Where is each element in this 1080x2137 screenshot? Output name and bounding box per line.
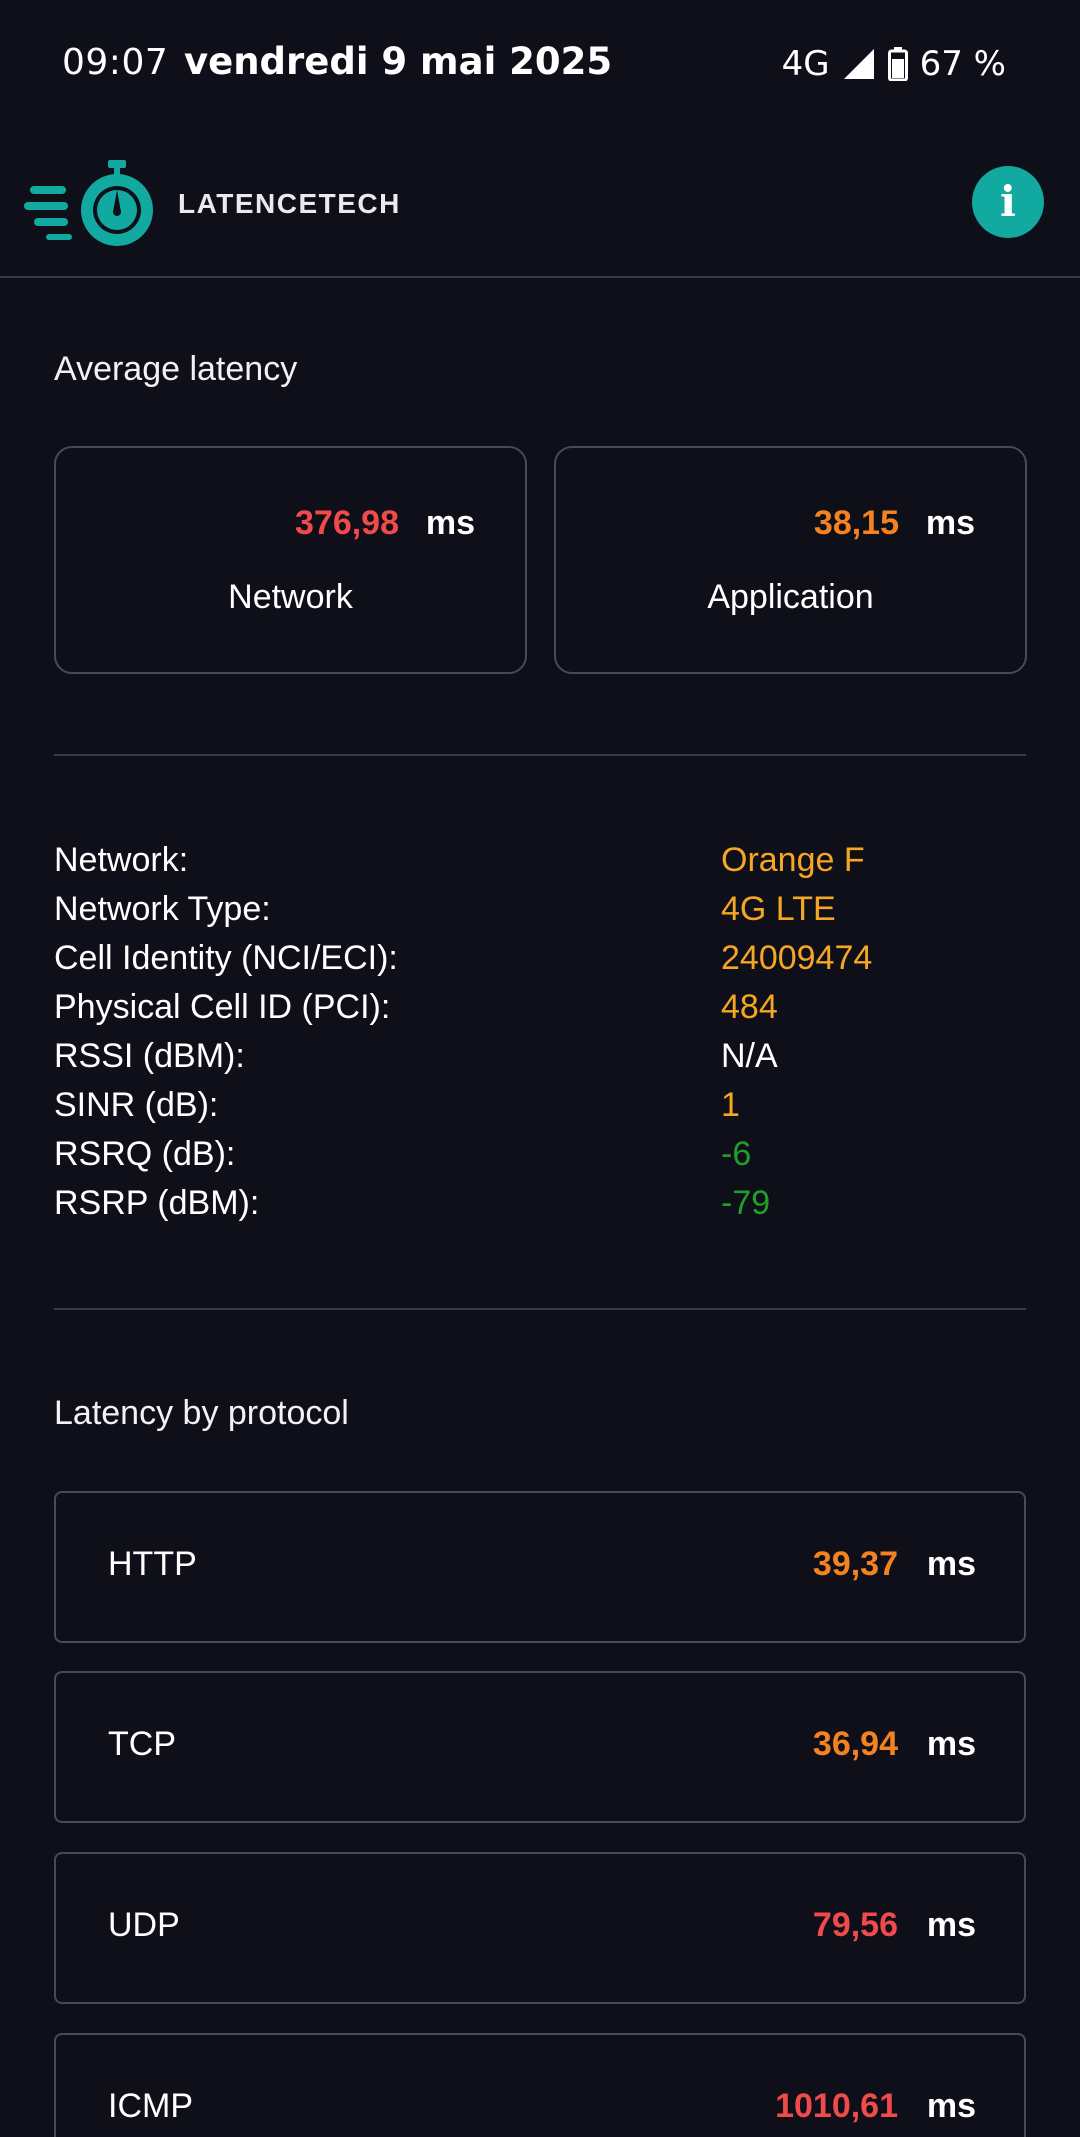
protocol-latency-value: 79,56 (812, 1906, 898, 1944)
info-icon: i (1000, 177, 1016, 226)
info-button[interactable]: i (972, 166, 1044, 238)
info-label: RSRP (dBM): (54, 1184, 260, 1222)
status-indicators: 4G 67 % (782, 42, 1006, 86)
info-label: Cell Identity (NCI/ECI): (54, 939, 398, 977)
application-latency-label: Application (707, 578, 874, 616)
info-label: Network: (54, 841, 189, 879)
protocol-card-tcp[interactable]: TCP 36,94 ms (54, 1671, 1026, 1823)
network-latency-value: 376,98 (295, 504, 399, 542)
protocol-name: TCP (108, 1725, 176, 1763)
info-label: SINR (dB): (54, 1086, 219, 1124)
info-value: 484 (721, 988, 778, 1026)
application-latency-value: 38,15 (813, 504, 899, 542)
info-value: 1 (721, 1086, 740, 1124)
stopwatch-logo-icon (24, 160, 153, 246)
app-screen: 09:07 vendredi 9 mai 2025 4G 67 % LATENC… (0, 0, 1080, 2137)
protocol-latency-unit: ms (926, 2087, 976, 2125)
protocol-card-udp[interactable]: UDP 79,56 ms (54, 1852, 1026, 2004)
protocol-latency-unit: ms (926, 1906, 976, 1944)
status-date: vendredi 9 mai 2025 (184, 40, 613, 83)
divider (54, 754, 1026, 756)
protocol-name: ICMP (108, 2087, 193, 2125)
info-label: RSSI (dBM): (54, 1037, 245, 1075)
app-header: LATENCETECH i (0, 150, 1080, 278)
protocol-latency-value: 1010,61 (775, 2087, 898, 2125)
info-label: Network Type: (54, 890, 271, 928)
info-row-network: Network: Orange F (54, 841, 1026, 889)
info-row-rssi: RSSI (dBM): N/A (54, 1037, 1026, 1085)
info-row-pci: Physical Cell ID (PCI): 484 (54, 988, 1026, 1036)
protocol-latency-unit: ms (926, 1725, 976, 1763)
info-row-rsrq: RSRQ (dB): -6 (54, 1135, 1026, 1183)
info-value: -79 (721, 1184, 771, 1222)
protocol-card-http[interactable]: HTTP 39,37 ms (54, 1491, 1026, 1643)
network-latency-card[interactable]: 376,98 ms Network (54, 446, 527, 674)
info-label: RSRQ (dB): (54, 1135, 236, 1173)
protocol-latency-value: 39,37 (812, 1545, 898, 1583)
protocol-latency-unit: ms (926, 1545, 976, 1583)
info-value: 4G LTE (721, 890, 836, 928)
signal-icon (843, 49, 874, 79)
status-bar: 09:07 vendredi 9 mai 2025 4G 67 % (0, 0, 1080, 130)
info-row-network-type: Network Type: 4G LTE (54, 890, 1026, 938)
protocol-card-icmp[interactable]: ICMP 1010,61 ms (54, 2033, 1026, 2137)
info-value: 24009474 (721, 939, 873, 977)
latency-by-protocol-title: Latency by protocol (54, 1394, 349, 1432)
protocol-latency-value: 36,94 (812, 1725, 898, 1763)
info-value: -6 (721, 1135, 752, 1173)
average-latency-title: Average latency (54, 350, 298, 388)
brand-name: LATENCETECH (178, 188, 401, 219)
info-value: N/A (721, 1037, 778, 1075)
divider (54, 1308, 1026, 1310)
info-label: Physical Cell ID (PCI): (54, 988, 391, 1026)
battery-icon (887, 47, 908, 81)
battery-percent: 67 % (919, 44, 1006, 84)
info-value: Orange F (721, 841, 865, 879)
info-row-sinr: SINR (dB): 1 (54, 1086, 1026, 1134)
status-time: 09:07 (62, 42, 169, 83)
info-row-rsrp: RSRP (dBM): -79 (54, 1184, 1026, 1232)
application-latency-unit: ms (925, 504, 975, 542)
application-latency-card[interactable]: 38,15 ms Application (554, 446, 1027, 674)
network-latency-label: Network (228, 578, 353, 616)
info-row-cell-identity: Cell Identity (NCI/ECI): 24009474 (54, 939, 1026, 987)
protocol-name: HTTP (108, 1545, 197, 1583)
protocol-name: UDP (108, 1906, 180, 1944)
network-latency-unit: ms (425, 504, 475, 542)
network-type-label: 4G (781, 44, 830, 84)
